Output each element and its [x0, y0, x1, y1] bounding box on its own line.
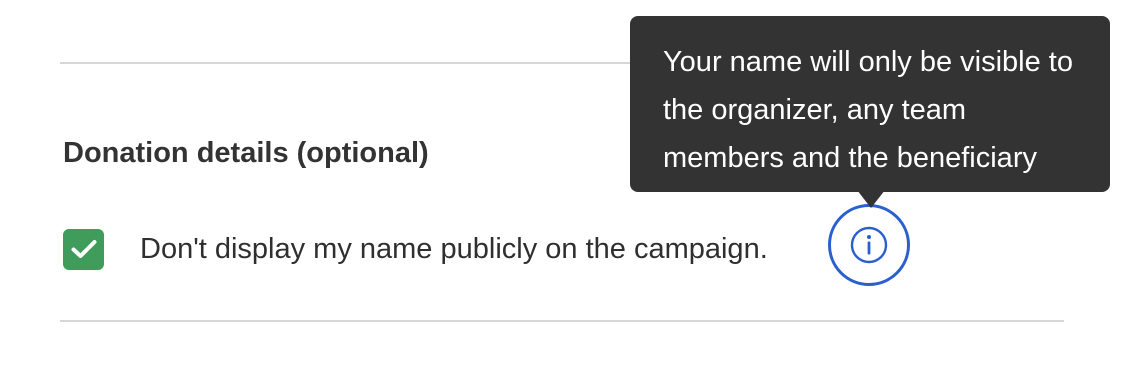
tooltip-arrow: [857, 190, 885, 208]
info-button[interactable]: [828, 204, 910, 286]
hide-name-option: Don't display my name publicly on the ca…: [63, 228, 768, 270]
hide-name-label[interactable]: Don't display my name publicly on the ca…: [140, 230, 768, 268]
checkmark-icon: [71, 240, 96, 258]
bottom-divider: [60, 320, 1064, 322]
info-tooltip: Your name will only be visible to the or…: [630, 16, 1110, 192]
info-icon: [850, 226, 888, 264]
section-title: Donation details (optional): [63, 137, 429, 169]
tooltip-text: Your name will only be visible to the or…: [663, 46, 1073, 174]
hide-name-checkbox[interactable]: [63, 228, 104, 270]
